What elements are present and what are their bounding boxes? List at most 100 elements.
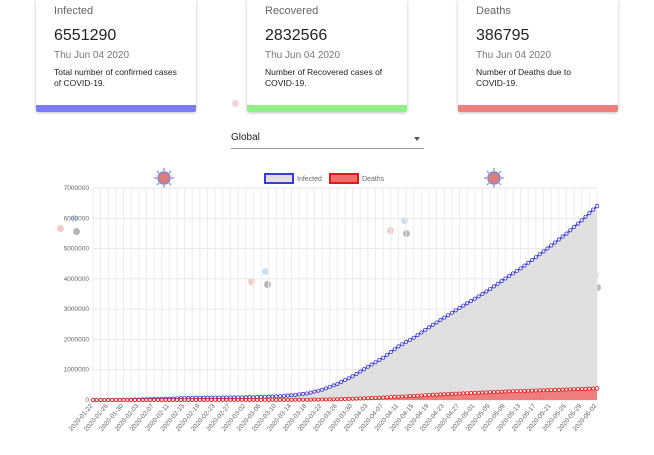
infected-point bbox=[537, 252, 542, 257]
infected-point bbox=[423, 327, 428, 332]
infected-point bbox=[354, 371, 359, 376]
deaths-point bbox=[549, 388, 554, 393]
infected-point bbox=[457, 305, 462, 310]
deaths-point bbox=[461, 391, 466, 396]
deaths-point bbox=[281, 397, 286, 402]
deaths-point bbox=[262, 397, 267, 402]
deaths-color-bar bbox=[458, 105, 618, 112]
deaths-point bbox=[423, 393, 428, 398]
infected-point bbox=[446, 313, 451, 318]
infected-point bbox=[285, 393, 290, 398]
infected-point bbox=[339, 380, 344, 385]
deaths-legend-swatch bbox=[329, 173, 359, 184]
infected-point bbox=[415, 333, 420, 338]
deaths-point bbox=[537, 388, 542, 393]
deaths-point bbox=[564, 387, 569, 392]
deaths-point bbox=[568, 387, 573, 392]
card-date: Thu Jun 04 2020 bbox=[476, 50, 552, 61]
deaths-point bbox=[480, 390, 485, 395]
infected-point bbox=[308, 390, 313, 395]
deaths-point bbox=[190, 397, 195, 402]
infected-point bbox=[400, 342, 405, 347]
infected-point bbox=[274, 394, 279, 399]
deaths-point bbox=[106, 397, 111, 402]
card-value: 6551290 bbox=[54, 27, 117, 44]
infected-card: Infected 6551290 Thu Jun 04 2020 Total n… bbox=[36, 0, 196, 112]
infected-point bbox=[476, 294, 481, 299]
card-title: Infected bbox=[54, 5, 94, 17]
deaths-point bbox=[121, 397, 126, 402]
infected-point bbox=[373, 360, 378, 365]
deaths-point bbox=[163, 397, 168, 402]
deaths-point bbox=[320, 397, 325, 402]
deaths-point bbox=[556, 387, 561, 392]
deaths-point bbox=[411, 393, 416, 398]
card-title: Recovered bbox=[265, 5, 319, 17]
deaths-point bbox=[392, 394, 397, 399]
deaths-point bbox=[415, 393, 420, 398]
deaths-point bbox=[472, 390, 477, 395]
deaths-point bbox=[575, 387, 580, 392]
deaths-point bbox=[594, 386, 600, 391]
infected-point bbox=[293, 392, 298, 397]
deaths-point bbox=[213, 397, 218, 402]
infected-point bbox=[530, 258, 535, 263]
deaths-point bbox=[495, 389, 500, 394]
chart-legend[interactable]: Infected Deaths bbox=[264, 173, 385, 184]
infected-point bbox=[304, 391, 309, 396]
deaths-point bbox=[178, 397, 183, 402]
infected-point bbox=[503, 276, 508, 281]
infected-point bbox=[572, 224, 577, 229]
deaths-point bbox=[518, 388, 523, 393]
deaths-point bbox=[453, 391, 458, 396]
infected-point bbox=[300, 391, 305, 396]
y-tick-label: 2000000 bbox=[64, 336, 90, 343]
deaths-point bbox=[503, 389, 508, 394]
deaths-point bbox=[323, 397, 328, 402]
deaths-point bbox=[339, 397, 344, 402]
deaths-point bbox=[171, 397, 176, 402]
deaths-point bbox=[194, 397, 199, 402]
deaths-point bbox=[396, 394, 401, 399]
deaths-point bbox=[297, 397, 302, 402]
deaths-point bbox=[476, 390, 481, 395]
infected-point bbox=[388, 350, 393, 355]
deaths-point bbox=[113, 397, 118, 402]
deaths-point bbox=[442, 392, 447, 397]
deaths-point bbox=[384, 395, 389, 400]
card-value: 2832566 bbox=[265, 27, 328, 44]
deaths-point bbox=[400, 394, 405, 399]
card-value: 386795 bbox=[476, 27, 530, 44]
infected-point bbox=[499, 279, 504, 284]
deaths-point bbox=[167, 397, 172, 402]
infected-point bbox=[541, 249, 546, 254]
infected-point bbox=[419, 330, 424, 335]
deaths-point bbox=[491, 390, 496, 395]
deaths-point bbox=[342, 397, 347, 402]
infected-point bbox=[404, 340, 409, 345]
infected-point bbox=[434, 320, 439, 325]
infected-point bbox=[442, 315, 447, 320]
deaths-point bbox=[224, 397, 229, 402]
infected-point bbox=[327, 384, 332, 389]
infected-point bbox=[335, 381, 340, 386]
infected-point bbox=[526, 260, 531, 265]
deaths-point bbox=[94, 397, 99, 402]
country-select[interactable]: Global bbox=[231, 129, 424, 149]
y-tick-label: 7000000 bbox=[64, 185, 90, 192]
deaths-point bbox=[457, 391, 462, 396]
deaths-point bbox=[507, 389, 512, 394]
deaths-point bbox=[327, 397, 332, 402]
deaths-point bbox=[228, 397, 233, 402]
infected-point bbox=[514, 268, 519, 273]
deaths-point bbox=[358, 396, 363, 401]
deaths-point bbox=[255, 397, 260, 402]
infected-point bbox=[560, 234, 565, 239]
infected-legend-label: Infected bbox=[297, 176, 322, 183]
deaths-point bbox=[159, 397, 164, 402]
deaths-point bbox=[220, 397, 225, 402]
infected-point bbox=[549, 243, 554, 248]
infected-point bbox=[381, 355, 386, 360]
cases-line-chart: 0100000020000003000000400000050000006000… bbox=[64, 173, 600, 433]
infected-point bbox=[384, 352, 389, 357]
